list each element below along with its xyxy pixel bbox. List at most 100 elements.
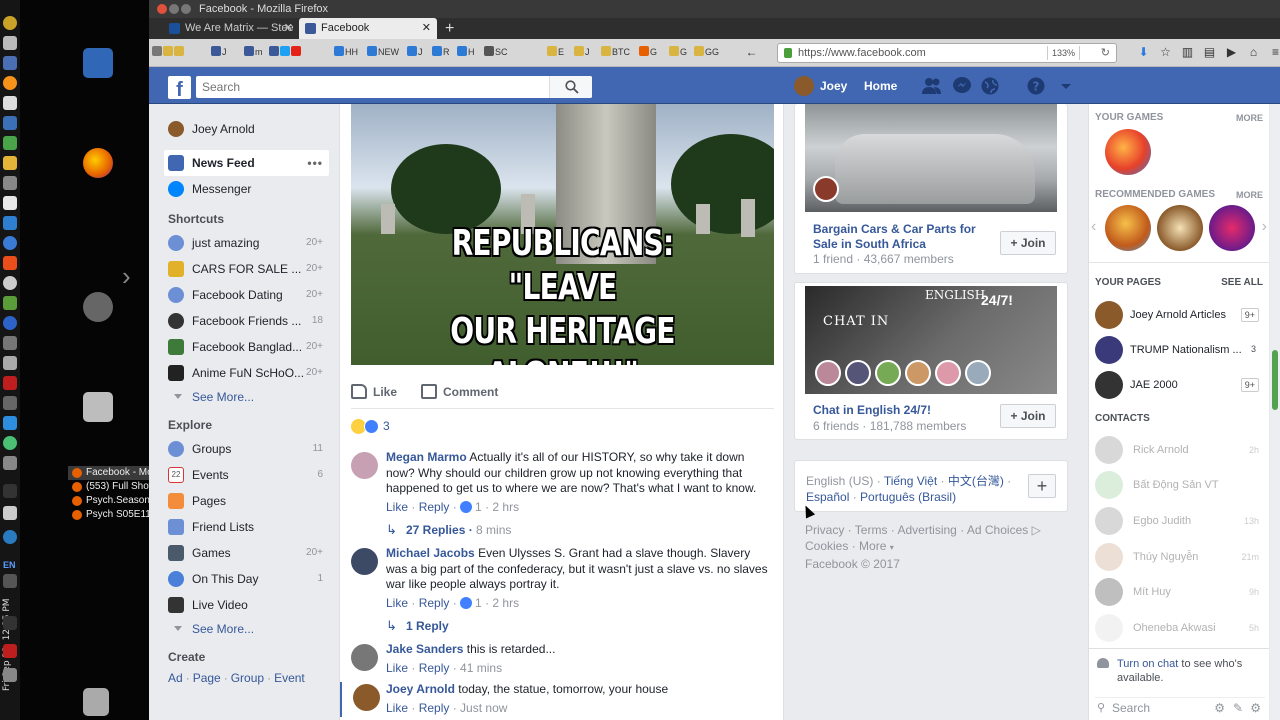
maximize-window-button[interactable] xyxy=(181,4,191,14)
app-icon[interactable] xyxy=(3,416,17,430)
page-scrollbar[interactable] xyxy=(1270,104,1280,720)
group-title[interactable]: Bargain Cars & Car Parts for Sale in Sou… xyxy=(813,222,988,252)
friend-requests-icon[interactable] xyxy=(921,76,943,96)
bookmark[interactable]: BTC xyxy=(601,46,630,59)
app-icon[interactable] xyxy=(3,316,17,330)
search-button[interactable] xyxy=(549,76,592,98)
more-footer-link[interactable]: More xyxy=(859,539,886,553)
sidebar-item-pages[interactable]: Pages xyxy=(164,488,329,514)
scrollbar-thumb[interactable] xyxy=(1272,350,1278,410)
sidebar-shortcut[interactable]: Facebook Banglad... 20+ xyxy=(164,334,329,360)
bookmark[interactable]: J xyxy=(211,46,227,59)
firefox-icon[interactable] xyxy=(83,148,113,178)
app-icon[interactable] xyxy=(3,156,17,170)
bookmark[interactable]: GG xyxy=(694,46,719,59)
app-icon[interactable] xyxy=(3,506,17,520)
minimize-window-button[interactable] xyxy=(169,4,179,14)
chevron-right-icon[interactable]: › xyxy=(1262,218,1267,236)
app-icon[interactable] xyxy=(3,236,17,250)
more-options-icon[interactable]: ••• xyxy=(307,150,323,176)
bookmark[interactable]: H xyxy=(457,46,475,59)
language-link[interactable]: Español xyxy=(806,490,849,504)
post-image[interactable]: REPUBLICANS: "LEAVE OUR HERITAGE ALONE!!… xyxy=(351,104,774,365)
more-recommended-games-link[interactable]: MORE xyxy=(1236,190,1263,200)
terms-link[interactable]: Terms xyxy=(855,523,888,537)
back-icon[interactable]: ← xyxy=(745,46,758,59)
chat-search-input[interactable]: ⚲ Search ⚙ ✎ ⚙ xyxy=(1095,697,1265,717)
create-page-link[interactable]: Page xyxy=(193,671,221,685)
options-icon[interactable]: ⚙ xyxy=(1250,698,1261,718)
comment-time[interactable]: 2 hrs xyxy=(492,596,519,610)
advertising-link[interactable]: Advertising xyxy=(897,523,956,537)
zoom-indicator[interactable]: 133% xyxy=(1046,46,1080,60)
facebook-search-input[interactable] xyxy=(196,76,592,98)
app-icon[interactable] xyxy=(3,530,17,544)
commenter-name[interactable]: Michael Jacobs xyxy=(386,546,475,560)
comment-like-link[interactable]: Like xyxy=(386,500,408,514)
comment-like-link[interactable]: Like xyxy=(386,701,408,715)
sidebar-shortcut[interactable]: Facebook Dating 20+ xyxy=(164,282,329,308)
comment-reply-link[interactable]: Reply xyxy=(419,596,450,610)
comment-like-link[interactable]: Like xyxy=(386,596,408,610)
home-icon[interactable]: ⌂ xyxy=(1247,46,1260,59)
sidebar-shortcut[interactable]: Facebook Friends ... 18 xyxy=(164,308,329,334)
ubuntu-icon[interactable] xyxy=(83,292,113,322)
new-tab-button[interactable]: + xyxy=(441,18,461,39)
sidebar-item-on-this-day[interactable]: On This Day 1 xyxy=(164,566,329,592)
sidebar-shortcut[interactable]: just amazing 20+ xyxy=(164,230,329,256)
window-titlebar[interactable]: Facebook - Mozilla Firefox xyxy=(149,0,1280,18)
page-item[interactable]: TRUMP Nationalism ... 3 xyxy=(1095,335,1263,365)
sidebar-shortcut[interactable]: Anime FuN ScHoO... 20+ xyxy=(164,360,329,386)
youtube-icon[interactable]: ▶ xyxy=(1225,46,1238,59)
tab-facebook[interactable]: Facebook ✕ xyxy=(299,18,437,39)
comment-time[interactable]: Just now xyxy=(460,701,507,715)
bookmark[interactable]: G xyxy=(669,46,687,59)
join-group-button[interactable]: + Join xyxy=(1000,231,1056,255)
chevron-right-icon[interactable]: › xyxy=(122,262,136,290)
app-icon[interactable] xyxy=(3,36,17,50)
group-cover-image[interactable]: CHAT IN ENGLISH 24/7! xyxy=(805,286,1057,394)
contact-item[interactable]: Bất Động Sản VT xyxy=(1095,470,1263,500)
reader-icon[interactable]: ▤ xyxy=(1203,46,1216,59)
close-tab-icon[interactable]: ✕ xyxy=(284,18,293,39)
app-icon[interactable] xyxy=(3,96,17,110)
app-icon[interactable] xyxy=(3,456,17,470)
create-event-link[interactable]: Event xyxy=(274,671,305,685)
commenter-name[interactable]: Megan Marmo xyxy=(386,450,467,464)
group-title[interactable]: Chat in English 24/7! xyxy=(813,403,988,418)
avatar[interactable] xyxy=(351,452,378,479)
help-icon[interactable]: ? xyxy=(1025,76,1047,96)
comment-time[interactable]: 41 mins xyxy=(460,661,502,675)
trash-icon[interactable] xyxy=(83,688,109,716)
game-icon[interactable] xyxy=(1105,205,1151,251)
volume-icon[interactable] xyxy=(3,574,17,588)
bookmark[interactable]: R xyxy=(432,46,450,59)
more-games-link[interactable]: MORE xyxy=(1236,113,1263,123)
avatar[interactable] xyxy=(351,644,378,671)
filezilla-icon[interactable] xyxy=(3,644,17,658)
app-icon[interactable] xyxy=(3,16,17,30)
contact-item[interactable]: Egbo Judith 13h xyxy=(1095,506,1263,536)
sidebar-item-groups[interactable]: Groups 11 xyxy=(164,436,329,462)
bookmark[interactable]: J xyxy=(407,46,423,59)
app-icon[interactable] xyxy=(3,196,17,210)
comment-button[interactable]: Comment xyxy=(421,382,498,402)
app-icon[interactable] xyxy=(3,56,17,70)
document-icon[interactable] xyxy=(83,48,113,78)
tab-we-are-matrix[interactable]: We Are Matrix — Stee ✕ xyxy=(163,18,299,39)
word-game-icon[interactable] xyxy=(1157,205,1203,251)
page-item[interactable]: JAE 2000 9+ xyxy=(1095,370,1263,400)
app-icon[interactable] xyxy=(3,136,17,150)
compose-icon[interactable]: ✎ xyxy=(1233,698,1243,718)
sidebar-shortcut[interactable]: CARS FOR SALE ... 20+ xyxy=(164,256,329,282)
candy-crush-game-icon[interactable] xyxy=(1105,129,1151,175)
menu-icon[interactable]: ≡ xyxy=(1269,46,1280,59)
url-bar[interactable]: https://www.facebook.com 133% ↻ xyxy=(777,43,1117,63)
app-icon[interactable] xyxy=(3,336,17,350)
bookmark[interactable]: NEW xyxy=(367,46,399,59)
contact-item[interactable]: Thúy Nguyễn 21m xyxy=(1095,542,1263,572)
join-group-button[interactable]: + Join xyxy=(1000,404,1056,428)
group-cover-image[interactable] xyxy=(805,104,1057,212)
contact-item[interactable]: Rick Arnold 2h xyxy=(1095,435,1263,465)
cookies-link[interactable]: Cookies xyxy=(805,539,848,553)
